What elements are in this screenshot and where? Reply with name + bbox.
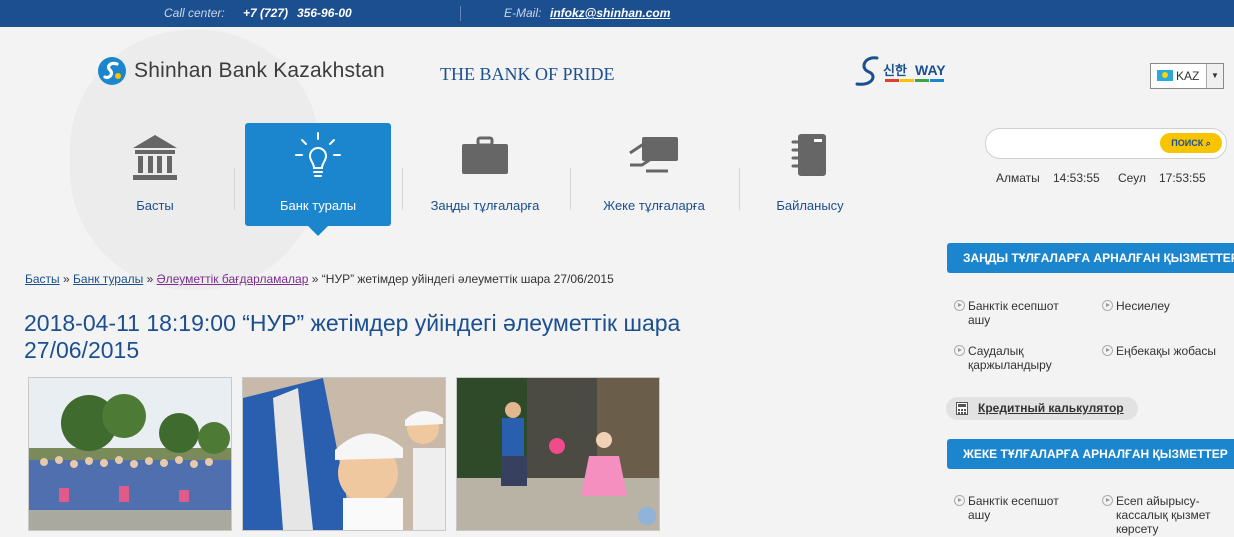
- clock-time-seoul: 17:53:55: [1159, 171, 1206, 185]
- arrow-bullet-icon: [954, 300, 965, 311]
- search-button-label: ПОИСК: [1171, 138, 1204, 148]
- personal-services-header[interactable]: ЖЕКЕ ТҰЛҒАЛАРҒА АРНАЛҒАН ҚЫЗМЕТТЕР: [947, 439, 1234, 469]
- card-in-hand-icon: [629, 137, 678, 173]
- arrow-bullet-icon: [1102, 300, 1113, 311]
- bank-logo-text[interactable]: Shinhan Bank Kazakhstan: [134, 59, 385, 83]
- email-link[interactable]: infokz@shinhan.com: [550, 6, 670, 20]
- search-input[interactable]: [998, 135, 1152, 151]
- nav-divider: [570, 168, 571, 210]
- nav-item-about-bank[interactable]: Банк туралы: [245, 123, 391, 236]
- breadcrumb: Басты » Банк туралы » Әлеуметтік бағдарл…: [25, 272, 614, 286]
- call-center-label: Call center:: [164, 6, 225, 20]
- breadcrumb-home[interactable]: Басты: [25, 272, 60, 286]
- topbar-divider: [460, 6, 461, 21]
- breadcrumb-about[interactable]: Банк туралы: [73, 272, 143, 286]
- breadcrumb-social-programs[interactable]: Әлеуметтік бағдарламалар: [157, 272, 309, 286]
- nav-label: Басты: [136, 198, 174, 213]
- search-box: ПОИСК ⌕: [985, 128, 1227, 159]
- clock-city-seoul: Сеул: [1118, 171, 1146, 185]
- credit-calculator-label: Кредитный калькулятор: [978, 401, 1124, 415]
- phone-code: +7 (727): [243, 6, 289, 20]
- nav-label: Жеке тұлғаларға: [603, 198, 705, 213]
- slogan: THE BANK OF PRIDE: [440, 64, 615, 84]
- gallery-photo-ball-play[interactable]: [456, 377, 660, 531]
- nav-label: Байланысу: [776, 198, 844, 213]
- legal-link-trade-finance[interactable]: Саудалық қаржыландыру: [954, 344, 1074, 372]
- language-select[interactable]: KAZ ▼: [1150, 63, 1224, 89]
- bank-building-icon: [133, 135, 177, 180]
- legal-link-lending[interactable]: Несиелеу: [1102, 299, 1222, 313]
- legal-link-bank-account[interactable]: Банктік есепшот ашу: [954, 299, 1084, 327]
- legal-services-header[interactable]: ЗАҢДЫ ТҰЛҒАЛАРҒА АРНАЛҒАН ҚЫЗМЕТТЕР: [947, 243, 1234, 273]
- arrow-bullet-icon: [1102, 345, 1113, 356]
- photo-volunteer-image: [243, 378, 445, 530]
- way-logo-text: WAY: [915, 62, 946, 78]
- nav-item-home[interactable]: Басты: [82, 123, 228, 226]
- nav-item-contacts[interactable]: Байланысу: [737, 123, 883, 226]
- shinhan-way-logo: 신한 WAY: [855, 54, 965, 90]
- personal-link-bank-account[interactable]: Банктік есепшот ашу: [954, 494, 1084, 522]
- breadcrumb-separator: »: [146, 272, 154, 286]
- breadcrumb-separator: »: [63, 272, 70, 286]
- breadcrumb-separator: »: [311, 272, 319, 286]
- lightbulb-icon: [295, 132, 341, 177]
- arrow-bullet-icon: [954, 345, 965, 356]
- nav-label: Банк туралы: [279, 198, 357, 213]
- chevron-down-icon[interactable]: ▼: [1206, 64, 1223, 88]
- credit-calculator-button[interactable]: Кредитный калькулятор: [946, 397, 1138, 420]
- clock-time-almaty: 14:53:55: [1053, 171, 1100, 185]
- page-title: 2018-04-11 18:19:00 “НУР” жетімдер уйінд…: [24, 310, 681, 363]
- arrow-bullet-icon: [954, 495, 965, 506]
- search-button[interactable]: ПОИСК ⌕: [1160, 133, 1222, 153]
- gallery-photo-volunteer-child[interactable]: [242, 377, 446, 531]
- kazakhstan-flag-icon: [1157, 70, 1173, 81]
- breadcrumb-current: “НУР” жетімдер уйіндегі әлеуметтік шара …: [321, 272, 614, 286]
- shinhan-logo-icon[interactable]: [97, 56, 127, 86]
- top-contact-bar: Call center: +7 (727) 356-96-00 E-Mail: …: [0, 0, 1234, 27]
- search-icon: ⌕: [1205, 138, 1211, 148]
- arrow-bullet-icon: [1102, 495, 1113, 506]
- legal-link-payroll[interactable]: Еңбекақы жобасы: [1102, 344, 1232, 358]
- notebook-icon: [791, 134, 826, 176]
- clock-city-almaty: Алматы: [996, 171, 1040, 185]
- language-code: KAZ: [1176, 69, 1200, 83]
- phone-number: 356-96-00: [297, 6, 352, 20]
- svg-text:신한: 신한: [883, 63, 907, 79]
- nav-divider: [402, 168, 403, 210]
- photo-ball-play-image: [457, 378, 659, 530]
- gallery-photo-group[interactable]: [28, 377, 232, 531]
- nav-item-individuals[interactable]: Жеке тұлғаларға: [581, 123, 727, 226]
- calculator-icon: [956, 402, 968, 415]
- briefcase-icon: [462, 136, 508, 174]
- personal-link-cash-services[interactable]: Есеп айырысу-кассалық қызмет көрсету: [1102, 494, 1227, 536]
- nav-label: Заңды тұлғаларға: [430, 198, 540, 213]
- email-label: E-Mail:: [504, 6, 542, 20]
- photo-group-image: [29, 378, 231, 530]
- nav-divider: [234, 168, 235, 210]
- nav-item-legal-entities[interactable]: Заңды тұлғаларға: [412, 123, 558, 226]
